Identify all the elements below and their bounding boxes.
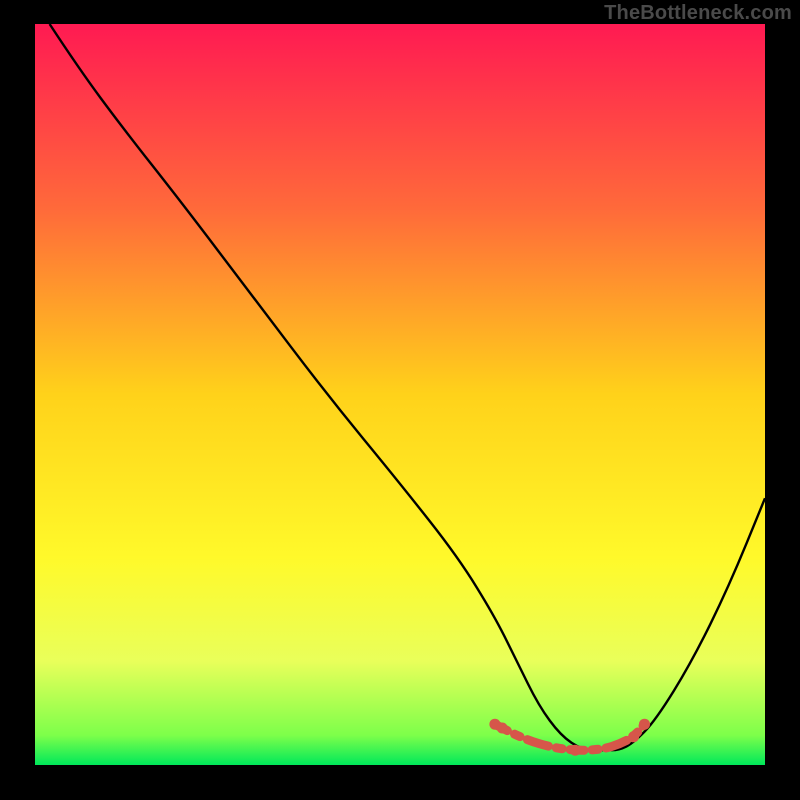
chart-container: TheBottleneck.com <box>0 0 800 800</box>
optimum-marker-dot <box>628 731 639 742</box>
optimum-marker-dot <box>570 745 581 756</box>
optimum-marker-dot <box>639 719 650 730</box>
bottleneck-chart <box>0 0 800 800</box>
watermark-text: TheBottleneck.com <box>604 2 792 25</box>
plot-background <box>35 24 765 765</box>
optimum-marker-dot <box>497 723 508 734</box>
